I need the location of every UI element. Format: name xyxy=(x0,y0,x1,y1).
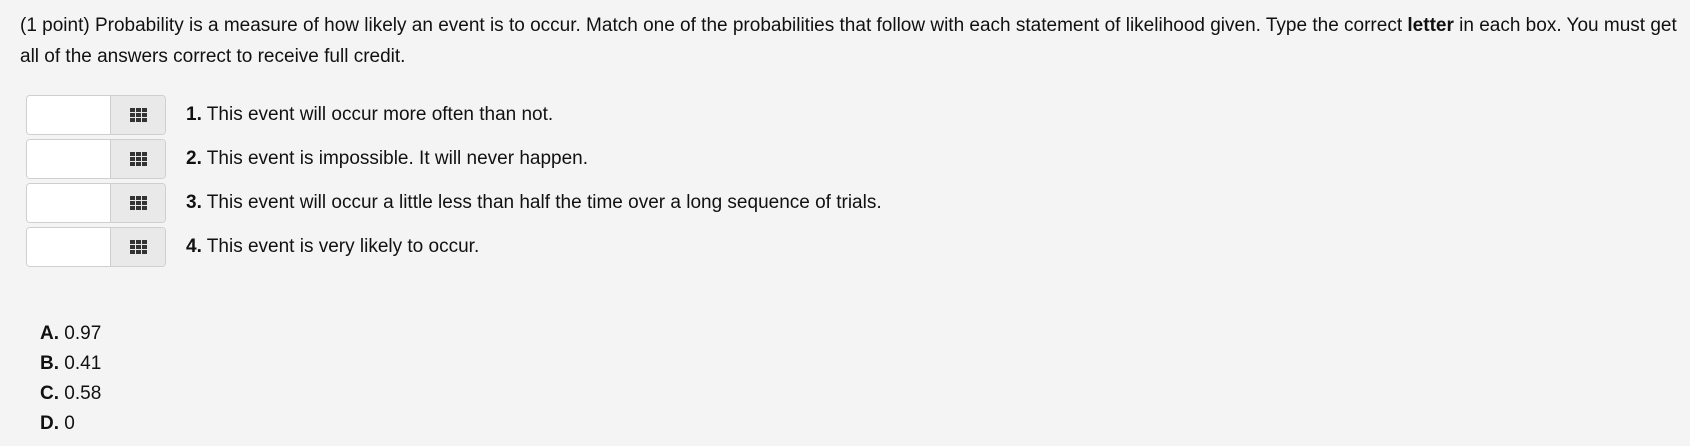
statement-4: 4. This event is very likely to occur. xyxy=(186,236,479,258)
grid-icon xyxy=(129,196,147,210)
statement-1: 1. This event will occur more often than… xyxy=(186,104,553,126)
option-letter: A. xyxy=(40,323,59,344)
statement-3: 3. This event will occur a little less t… xyxy=(186,192,882,214)
grid-icon xyxy=(129,240,147,254)
problem-intro-text: (1 point) Probability is a measure of ho… xyxy=(20,15,1408,36)
option-letter: B. xyxy=(40,353,59,374)
statement-text: This event is impossible. It will never … xyxy=(201,148,589,169)
statement-text: This event will occur a little less than… xyxy=(201,192,882,213)
statement-2: 2. This event is impossible. It will nev… xyxy=(186,148,588,170)
statement-text: This event will occur more often than no… xyxy=(201,104,554,125)
answer-group xyxy=(26,227,166,267)
option-value: 0.97 xyxy=(59,323,102,344)
answer-picker-button-3[interactable] xyxy=(111,184,165,222)
answer-option: B. 0.41 xyxy=(40,349,101,379)
answer-input-2[interactable] xyxy=(27,140,111,178)
answer-group xyxy=(26,183,166,223)
statement-text: This event is very likely to occur. xyxy=(201,236,480,257)
answer-group xyxy=(26,95,166,135)
option-value: 0.58 xyxy=(59,383,102,404)
answer-picker-button-2[interactable] xyxy=(111,140,165,178)
answer-picker-button-4[interactable] xyxy=(111,228,165,266)
option-letter: C. xyxy=(40,383,59,404)
answer-input-1[interactable] xyxy=(27,96,111,134)
grid-icon xyxy=(129,108,147,122)
answer-input-4[interactable] xyxy=(27,228,111,266)
answer-group xyxy=(26,139,166,179)
matching-rows: 1. This event will occur more often than… xyxy=(26,93,882,269)
answer-option: C. 0.58 xyxy=(40,379,101,409)
matching-row: 4. This event is very likely to occur. xyxy=(26,225,882,269)
statement-number: 1. xyxy=(186,104,202,125)
answer-option: D. 0 xyxy=(40,409,101,439)
option-letter: D. xyxy=(40,413,59,434)
statement-number: 4. xyxy=(186,236,202,257)
answer-picker-button-1[interactable] xyxy=(111,96,165,134)
matching-row: 3. This event will occur a little less t… xyxy=(26,181,882,225)
answer-options-list: A. 0.97 B. 0.41 C. 0.58 D. 0 xyxy=(40,319,101,439)
option-value: 0 xyxy=(59,413,75,434)
answer-option: A. 0.97 xyxy=(40,319,101,349)
problem-bold-word: letter xyxy=(1407,15,1454,36)
matching-row: 2. This event is impossible. It will nev… xyxy=(26,137,882,181)
answer-input-3[interactable] xyxy=(27,184,111,222)
grid-icon xyxy=(129,152,147,166)
statement-number: 2. xyxy=(186,148,202,169)
matching-row: 1. This event will occur more often than… xyxy=(26,93,882,137)
statement-number: 3. xyxy=(186,192,202,213)
option-value: 0.41 xyxy=(59,353,102,374)
problem-statement: (1 point) Probability is a measure of ho… xyxy=(20,10,1680,72)
